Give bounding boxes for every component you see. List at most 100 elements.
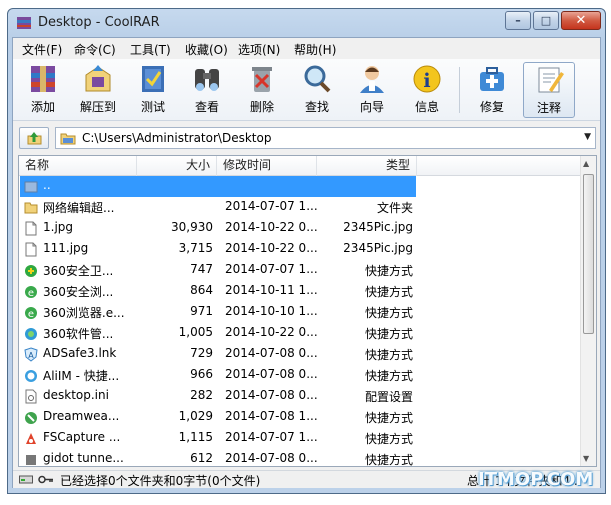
file-modified: 2014-07-07 1... bbox=[225, 430, 317, 444]
file-name: 360浏览器.e... bbox=[43, 306, 125, 320]
column-name[interactable]: 名称 bbox=[19, 156, 137, 176]
title-bar[interactable]: Desktop - CoolRAR – □ ✕ bbox=[8, 9, 605, 37]
file-name: .. bbox=[43, 178, 51, 192]
table-row[interactable]: Dreamwea... 1,029 2014-07-08 1... 快捷方式 bbox=[19, 407, 581, 428]
file-type: 配置设置 bbox=[364, 390, 413, 404]
file-modified: 2014-10-11 1... bbox=[225, 283, 317, 297]
file-icon bbox=[25, 242, 37, 257]
repair-button[interactable]: 修复 bbox=[468, 62, 516, 118]
menu-command[interactable]: 命令(C) bbox=[74, 41, 116, 58]
address-bar: C:\Users\Administrator\Desktop ▼ bbox=[13, 125, 600, 151]
file-name: 111.jpg bbox=[43, 241, 89, 255]
watermark: ITMOP.COM bbox=[478, 469, 594, 490]
file-type: 快捷方式 bbox=[364, 264, 413, 278]
scroll-thumb[interactable] bbox=[583, 174, 594, 334]
file-size: 3,715 bbox=[178, 241, 213, 255]
svg-text:i: i bbox=[423, 70, 430, 92]
toolbar: 添加 解压到 测试 查看 删除 查找 向导 i 信息 修复 注释 bbox=[13, 59, 600, 121]
file-modified: 2014-07-08 0... bbox=[225, 346, 317, 360]
file-name: 1.jpg bbox=[43, 220, 74, 234]
info-button[interactable]: i 信息 bbox=[403, 62, 451, 118]
file-modified: 2014-07-07 1... bbox=[225, 199, 317, 213]
comment-button[interactable]: 注释 bbox=[523, 62, 575, 118]
table-row[interactable]: .. bbox=[19, 176, 581, 197]
column-type[interactable]: 类型 bbox=[317, 156, 417, 176]
menu-favorites[interactable]: 收藏(O) bbox=[185, 41, 228, 58]
table-row[interactable]: FSCapture ... 1,115 2014-07-07 1... 快捷方式 bbox=[19, 428, 581, 449]
table-row[interactable]: AliIM - 快捷... 966 2014-07-08 0... 快捷方式 bbox=[19, 365, 581, 386]
file-size: 282 bbox=[190, 388, 213, 402]
test-button[interactable]: 测试 bbox=[129, 62, 177, 118]
file-list[interactable]: 名称 大小 修改时间 类型 .. 网络编辑超... 2014-07-07 1... 文… bbox=[18, 155, 597, 467]
chevron-down-icon[interactable]: ▼ bbox=[584, 132, 591, 142]
table-row[interactable]: gidot tunne... 612 2014-07-08 0... 快捷方式 bbox=[19, 449, 581, 466]
close-button[interactable]: ✕ bbox=[561, 11, 601, 30]
vertical-scrollbar[interactable]: ▲ ▼ bbox=[580, 156, 596, 466]
table-row[interactable]: desktop.ini 282 2014-07-08 0... 配置设置 bbox=[19, 386, 581, 407]
path-combobox[interactable]: C:\Users\Administrator\Desktop ▼ bbox=[55, 127, 596, 149]
dreamweaver-icon bbox=[25, 412, 37, 424]
file-size: 1,005 bbox=[178, 325, 213, 339]
file-name: AliIM - 快捷... bbox=[43, 369, 120, 383]
file-name: 网络编辑超... bbox=[43, 201, 115, 215]
menu-options[interactable]: 选项(N) bbox=[238, 41, 280, 58]
delete-label: 删除 bbox=[249, 100, 274, 114]
scroll-down-icon[interactable]: ▼ bbox=[583, 454, 589, 463]
file-size: 747 bbox=[190, 262, 213, 276]
view-button[interactable]: 查看 bbox=[183, 62, 231, 118]
table-row[interactable]: 360软件管... 1,005 2014-10-22 0... 快捷方式 bbox=[19, 323, 581, 344]
file-size: 864 bbox=[190, 283, 213, 297]
file-type: 文件夹 bbox=[376, 201, 413, 215]
menu-file[interactable]: 文件(F) bbox=[22, 41, 62, 58]
wizard-user-icon bbox=[360, 66, 384, 93]
extract-to-button[interactable]: 解压到 bbox=[74, 62, 122, 118]
table-row[interactable]: 360安全卫... 747 2014-07-07 1... 快捷方式 bbox=[19, 260, 581, 281]
table-row[interactable]: e 360浏览器.e... 971 2014-10-10 1... 快捷方式 bbox=[19, 302, 581, 323]
add-label: 添加 bbox=[30, 100, 55, 114]
folder-icon bbox=[60, 133, 76, 145]
menu-help[interactable]: 帮助(H) bbox=[294, 41, 336, 58]
add-button[interactable]: 添加 bbox=[19, 62, 67, 118]
file-modified: 2014-10-22 0... bbox=[225, 241, 317, 255]
table-row[interactable]: 网络编辑超... 2014-07-07 1... 文件夹 bbox=[19, 197, 581, 218]
column-modified[interactable]: 修改时间 bbox=[217, 156, 317, 176]
drive-icon bbox=[19, 475, 33, 484]
file-size: 1,115 bbox=[178, 430, 213, 444]
delete-button[interactable]: 删除 bbox=[238, 62, 286, 118]
view-binoculars-icon bbox=[195, 69, 219, 91]
shortcut-icon bbox=[26, 455, 36, 465]
up-folder-button[interactable] bbox=[19, 127, 49, 149]
maximize-button[interactable]: □ bbox=[533, 11, 559, 30]
file-size: 1,029 bbox=[178, 409, 213, 423]
scroll-up-icon[interactable]: ▲ bbox=[583, 159, 589, 168]
file-size: 729 bbox=[190, 346, 213, 360]
file-type: 2345Pic.jpg bbox=[343, 241, 413, 255]
test-label: 测试 bbox=[140, 100, 165, 114]
extract-to-label: 解压到 bbox=[79, 100, 116, 114]
repair-icon bbox=[480, 67, 504, 91]
table-row[interactable]: A ADSafe3.lnk 729 2014-07-08 0... 快捷方式 bbox=[19, 344, 581, 365]
column-size[interactable]: 大小 bbox=[137, 156, 217, 176]
minimize-button[interactable]: – bbox=[505, 11, 531, 30]
delete-icon bbox=[252, 67, 272, 92]
list-header: 名称 大小 修改时间 类型 bbox=[19, 156, 596, 176]
file-name: 360安全卫... bbox=[43, 264, 114, 278]
file-modified: 2014-07-08 0... bbox=[225, 388, 317, 402]
path-text: C:\Users\Administrator\Desktop bbox=[82, 131, 272, 145]
file-modified: 2014-07-08 0... bbox=[225, 367, 317, 381]
file-name: 360软件管... bbox=[43, 327, 114, 341]
file-size: 30,930 bbox=[171, 220, 213, 234]
table-row[interactable]: e 360安全浏... 864 2014-10-11 1... 快捷方式 bbox=[19, 281, 581, 302]
fscapture-icon bbox=[26, 433, 36, 444]
find-label: 查找 bbox=[304, 100, 329, 114]
table-row[interactable]: 1.jpg 30,930 2014-10-22 0... 2345Pic.jpg bbox=[19, 218, 581, 239]
360-browser-icon: e bbox=[25, 286, 37, 299]
maximize-icon: □ bbox=[540, 14, 552, 27]
find-button[interactable]: 查找 bbox=[293, 62, 341, 118]
coolrar-app-icon bbox=[17, 17, 31, 29]
menu-tools[interactable]: 工具(T) bbox=[130, 41, 171, 58]
table-row[interactable]: 111.jpg 3,715 2014-10-22 0... 2345Pic.jpg bbox=[19, 239, 581, 260]
file-name: Dreamwea... bbox=[43, 409, 120, 423]
wizard-button[interactable]: 向导 bbox=[348, 62, 396, 118]
find-magnifier-icon bbox=[304, 65, 331, 93]
